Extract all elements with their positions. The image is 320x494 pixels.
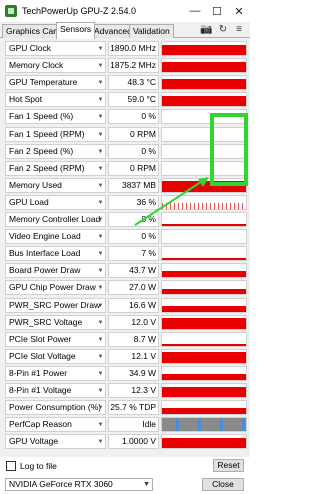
annotation-arrow (134, 177, 209, 226)
gpu-select-dropdown[interactable]: NVIDIA GeForce RTX 3060 ▼ (5, 478, 153, 491)
reset-button[interactable]: Reset (213, 459, 244, 472)
gpu-select-value: NVIDIA GeForce RTX 3060 (9, 479, 113, 489)
close-button[interactable]: Close (202, 478, 244, 491)
chevron-down-icon: ▼ (143, 481, 150, 488)
log-to-file-row: Log to file (6, 459, 57, 472)
log-to-file-checkbox[interactable] (6, 460, 16, 471)
tab-sensors[interactable]: Sensors (56, 22, 96, 39)
log-to-file-label[interactable]: Log to file (20, 461, 57, 471)
